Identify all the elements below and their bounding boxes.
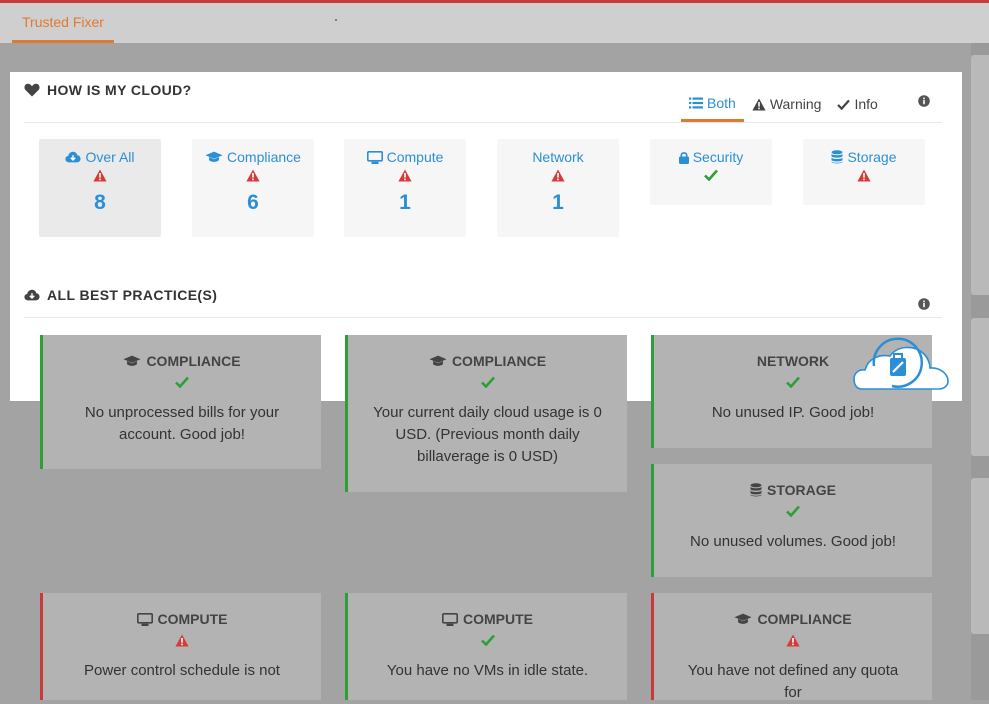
filter-tabs: Both Warning Info (681, 86, 886, 122)
practice-card[interactable]: COMPUTE Power control schedule is not (40, 593, 321, 700)
warning-icon (398, 169, 412, 182)
heart-icon (24, 83, 40, 97)
summary-count: 6 (247, 191, 259, 214)
warning-icon (175, 634, 189, 647)
check-icon (786, 376, 800, 388)
graduation-cap-icon (123, 355, 141, 367)
graduation-cap-icon (734, 613, 752, 625)
check-icon (481, 634, 495, 646)
cloud-status-divider (24, 122, 942, 123)
warning-icon (551, 169, 565, 182)
filter-info[interactable]: Info (829, 86, 885, 122)
right-panel-card (971, 55, 989, 295)
warning-icon (857, 169, 871, 182)
practice-card[interactable]: COMPLIANCE You have not defined any quot… (651, 593, 932, 701)
practice-card[interactable]: STORAGE No unused volumes. Good job! (651, 464, 932, 577)
warning-icon (93, 169, 107, 182)
tab-trusted-fixer[interactable]: Trusted Fixer (12, 3, 114, 43)
practice-card[interactable]: COMPLIANCE No unprocessed bills for your… (40, 335, 321, 469)
check-icon (704, 169, 718, 181)
info-icon[interactable] (918, 95, 930, 107)
summary-count: 1 (552, 191, 564, 214)
monitor-icon (367, 151, 383, 164)
divider-dot (335, 19, 337, 21)
summary-compute[interactable]: Compute 1 (344, 139, 466, 237)
cloud-status-title: HOW IS MY CLOUD? (24, 82, 192, 98)
right-panel-card (971, 478, 989, 634)
database-icon (750, 483, 762, 497)
best-practices-divider (24, 317, 942, 318)
cloud-download-icon (24, 289, 40, 301)
summary-security[interactable]: Security (650, 139, 772, 205)
practice-card[interactable]: COMPLIANCE Your current daily cloud usag… (345, 335, 627, 492)
summary-storage[interactable]: Storage (803, 139, 925, 205)
filter-both[interactable]: Both (681, 86, 744, 122)
summary-network[interactable]: Network 1 (497, 139, 619, 237)
tab-bar: Trusted Fixer (0, 3, 989, 43)
cloud-download-icon (65, 151, 81, 163)
cloud-assistant-button[interactable] (852, 334, 952, 394)
info-icon[interactable] (918, 298, 930, 310)
warning-icon (786, 634, 800, 647)
warning-icon (752, 98, 766, 111)
check-icon (175, 376, 189, 388)
summary-count: 1 (399, 191, 411, 214)
graduation-cap-icon (429, 355, 447, 367)
lock-icon (679, 151, 689, 164)
database-icon (831, 150, 843, 164)
summary-overall[interactable]: Over All 8 (39, 139, 161, 237)
warning-icon (246, 169, 260, 182)
monitor-icon (137, 613, 153, 626)
check-icon (837, 99, 850, 110)
list-icon (689, 97, 703, 109)
monitor-icon (442, 613, 458, 626)
practice-card[interactable]: COMPUTE You have no VMs in idle state. (345, 593, 627, 700)
check-icon (786, 505, 800, 517)
graduation-cap-icon (205, 151, 223, 163)
best-practices-title: ALL BEST PRACTICE(S) (24, 287, 217, 303)
right-panel-card (971, 318, 989, 456)
summary-compliance[interactable]: Compliance 6 (192, 139, 314, 237)
summary-count: 8 (94, 191, 106, 214)
filter-warning[interactable]: Warning (744, 86, 830, 122)
check-icon (481, 376, 495, 388)
